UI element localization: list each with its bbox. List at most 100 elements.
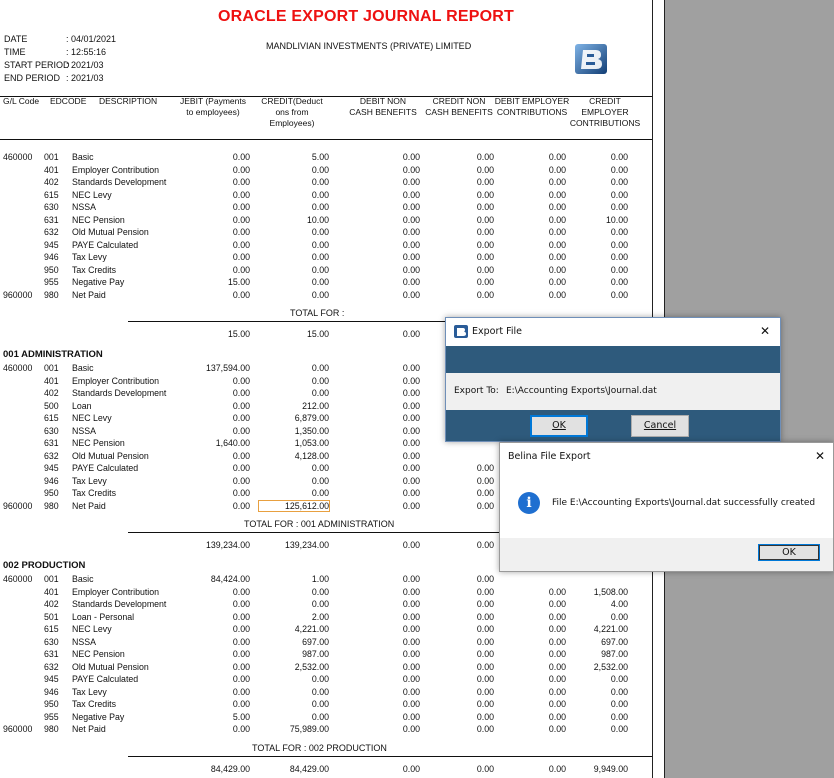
close-icon[interactable]: ✕ — [815, 449, 825, 463]
amount-cell: 0.00 — [476, 661, 494, 672]
cell: 960000 — [3, 500, 33, 511]
cell: 631 — [44, 214, 59, 225]
amount-cell: 0.00 — [548, 699, 566, 709]
amount-cell: 0.00 — [402, 363, 420, 373]
amount-cell: 0.00 — [548, 239, 566, 250]
amount-cell: 0.00 — [402, 388, 420, 398]
cell: NEC Levy — [72, 624, 112, 634]
amount-cell: 0.00 — [548, 624, 566, 634]
amount-cell: 0.00 — [232, 624, 250, 634]
amount-cell: 0.00 — [476, 611, 494, 622]
amount-cell: 0.00 — [232, 674, 250, 684]
export-dialog-titlebar[interactable]: Export File ✕ — [446, 318, 780, 346]
amount-cell: 0.00 — [548, 599, 566, 609]
meta-key: DATE — [4, 34, 28, 44]
amount-cell: 0.00 — [311, 177, 329, 187]
ok-button[interactable]: OK — [758, 544, 820, 561]
cell: 401 — [44, 586, 59, 597]
amount-cell: 84,424.00 — [210, 574, 250, 584]
amount-cell: 125,612.00 — [258, 499, 330, 512]
col-header-credit: CREDIT(Deduct ons from Employees) — [255, 96, 329, 129]
amount-cell: 0.00 — [476, 475, 494, 486]
meta-key: END PERIOD — [4, 73, 61, 83]
amount-cell: 0.00 — [232, 463, 250, 473]
meta-value: : 04/01/2021 — [66, 34, 117, 44]
col-header-line: CREDIT(Deduct — [261, 96, 323, 106]
total-label: TOTAL FOR : 001 ADMINISTRATION — [244, 519, 395, 529]
table-row: 955 Negative Pay 5.00 0.00 0.00 0.00 0.00 0.00 — [0, 712, 652, 725]
total-amount: 139,234.00 — [284, 540, 329, 550]
cell: 460000 — [3, 363, 33, 373]
cell: Tax Levy — [72, 475, 107, 486]
cell: Standards Development — [72, 177, 167, 187]
cell: 615 — [44, 624, 59, 634]
table-row: 950 Tax Credits 0.00 0.00 0.00 0.00 0.00 0.00 — [0, 265, 652, 278]
table-row: 402 Standards Development 0.00 0.00 0.00 0.00… — [0, 599, 652, 612]
amount-cell: 2,532.00 — [294, 661, 329, 672]
cell: Employer Contribution — [72, 164, 160, 175]
col-header-line: CREDIT — [589, 96, 621, 106]
ok-button[interactable]: OK — [530, 415, 588, 437]
amount-cell: 0.00 — [548, 289, 566, 300]
amount-cell: 0.00 — [232, 400, 250, 411]
amount-cell: 0.00 — [476, 586, 494, 597]
cell: NSSA — [72, 202, 96, 212]
amount-cell: 0.00 — [476, 214, 494, 225]
cell: 632 — [44, 450, 59, 461]
amount-cell: 0.00 — [232, 252, 250, 262]
cell: 630 — [44, 202, 59, 212]
cell: Employer Contribution — [72, 375, 160, 386]
cell: 980 — [44, 289, 59, 300]
col-header-line: EMPLOYER — [581, 107, 629, 117]
amount-cell: 0.00 — [476, 189, 494, 200]
amount-cell: 0.00 — [476, 599, 494, 609]
cancel-button[interactable]: Cancel — [631, 415, 689, 437]
cell: Negative Pay — [72, 277, 125, 287]
section-heading: 002 PRODUCTION — [3, 560, 86, 571]
amount-cell: 0.00 — [232, 686, 250, 697]
table-row: 632 Old Mutual Pension 0.00 2,532.00 0.00 0.0… — [0, 662, 652, 675]
amount-cell: 0.00 — [232, 239, 250, 250]
amount-cell: 0.00 — [311, 388, 329, 398]
amount-cell: 0.00 — [610, 611, 628, 622]
cell: Net Paid — [72, 500, 106, 511]
table-row: 960000 980 Net Paid 0.00 0.00 0.00 0.00 0.00 0.0… — [0, 290, 652, 303]
cell: NSSA — [72, 636, 96, 647]
table-row: 630 NSSA 0.00 0.00 0.00 0.00 0.00 0.00 — [0, 202, 652, 215]
table-row: 632 Old Mutual Pension 0.00 0.00 0.00 0.00 0.0… — [0, 227, 652, 240]
amount-cell: 4,221.00 — [294, 624, 329, 634]
cell: NEC Levy — [72, 413, 112, 423]
amount-cell: 0.00 — [402, 375, 420, 386]
cell: 460000 — [3, 152, 33, 162]
amount-cell: 0.00 — [402, 425, 420, 436]
amount-cell: 0.00 — [311, 488, 329, 498]
cell: Tax Credits — [72, 488, 116, 498]
cell: 945 — [44, 239, 59, 250]
amount-cell: 0.00 — [311, 599, 329, 609]
amount-cell: 0.00 — [548, 277, 566, 287]
dialog-band — [446, 346, 780, 373]
amount-cell: 0.00 — [311, 463, 329, 473]
amount-cell: 0.00 — [548, 164, 566, 175]
header-rule-bottom — [0, 139, 652, 140]
cell: 632 — [44, 661, 59, 672]
amount-cell: 2.00 — [311, 611, 329, 622]
amount-cell: 5.00 — [311, 152, 329, 162]
amount-cell: 0.00 — [476, 674, 494, 684]
col-header-line: CONTRIBUTIONS — [569, 118, 641, 128]
col-header-line: DEBIT NON — [359, 96, 407, 106]
amount-cell: 0.00 — [610, 164, 628, 175]
amount-cell: 0.00 — [476, 500, 494, 511]
cell: 401 — [44, 164, 59, 175]
info-icon: i — [518, 492, 540, 514]
amount-cell: 0.00 — [402, 214, 420, 225]
cell: 960000 — [3, 724, 33, 734]
cell: Loan - Personal — [72, 611, 135, 622]
export-file-dialog: Export File ✕ Export To: E:\Accounting E… — [445, 317, 781, 442]
amount-cell: 0.00 — [232, 450, 250, 461]
close-icon[interactable]: ✕ — [760, 324, 770, 338]
belina-dialog-titlebar[interactable]: Belina File Export ✕ — [500, 443, 833, 471]
amount-cell: 0.00 — [402, 624, 420, 634]
amount-cell: 0.00 — [402, 164, 420, 175]
amount-cell: 0.00 — [232, 699, 250, 709]
